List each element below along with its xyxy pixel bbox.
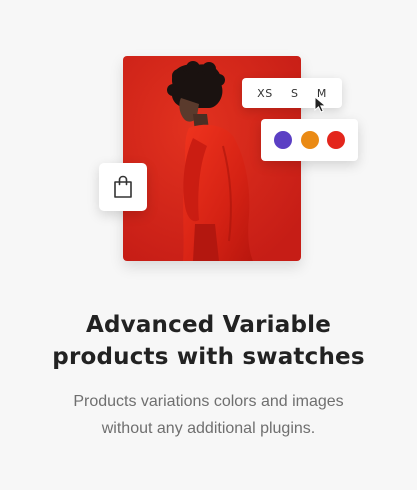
color-swatch-selector [261,119,358,161]
mouse-pointer-icon [313,95,331,114]
feature-title-line-1: Advanced Variable [85,312,331,338]
size-option-s[interactable]: S [288,85,301,102]
swatch-purple[interactable] [273,131,292,149]
feature-description: Products variations colors and images wi… [0,388,417,442]
swatch-orange[interactable] [300,131,319,149]
add-to-cart-button[interactable] [99,163,147,211]
feature-description-line-2: without any additional plugins. [101,420,316,437]
shopping-bag-icon [114,175,132,198]
feature-card: XS S M Advanced Variable products with s… [0,0,417,490]
swatch-red[interactable] [327,131,346,149]
feature-title-line-2: products with swatches [52,344,365,370]
size-option-xs[interactable]: XS [254,85,276,102]
feature-description-line-1: Products variations colors and images [73,393,344,410]
feature-title: Advanced Variable products with swatches [0,309,417,373]
